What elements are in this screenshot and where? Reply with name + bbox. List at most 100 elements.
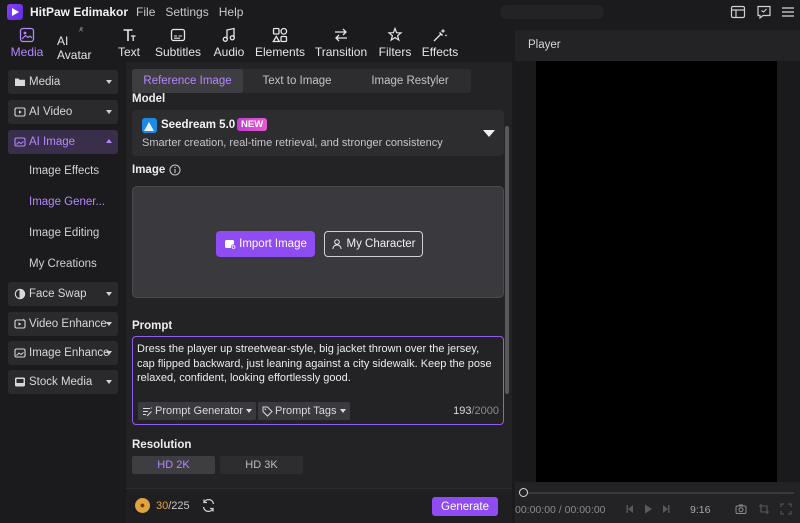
chevron-down-icon (106, 322, 112, 326)
prompt-generator-button[interactable]: Prompt Generator (138, 402, 257, 420)
tab-text[interactable]: Text (118, 24, 140, 62)
image-enhance-icon (14, 348, 26, 358)
aspect-ratio[interactable]: 9:16 (690, 504, 710, 516)
my-character-button[interactable]: My Character (324, 231, 423, 257)
app-title: HitPaw Edimakor (30, 5, 129, 19)
left-sidebar: Media AI Video AI Image Image Effects Im… (0, 62, 126, 523)
menu-file[interactable]: File (136, 5, 155, 19)
sidebar-subitem-my-creations[interactable]: My Creations (29, 258, 97, 270)
tab-audio[interactable]: Audio (213, 24, 245, 62)
prompt-textarea[interactable]: Dress the player up streetwear-style, bi… (132, 336, 504, 425)
import-image-label: Import Image (239, 238, 307, 250)
player-title: Player (528, 39, 561, 51)
sidebar-item-video-enhance[interactable]: Video Enhance (8, 312, 118, 336)
sidebar-item-stock-media[interactable]: Stock Media (8, 370, 118, 394)
sidebar-subitem-image-effects[interactable]: Image Effects (29, 165, 99, 177)
transition-icon (335, 28, 347, 42)
previous-frame-icon[interactable] (624, 503, 636, 515)
panel-scrollbar[interactable] (505, 126, 509, 394)
menu-settings[interactable]: Settings (165, 5, 208, 19)
image-generator-panel: Reference Image Text to Image Image Rest… (126, 62, 512, 523)
model-name: Seedream 5.0 (161, 119, 236, 131)
snapshot-icon[interactable] (735, 503, 747, 515)
tab-label: Subtitles (154, 45, 202, 59)
refresh-icon[interactable] (201, 498, 216, 513)
subtab-image-restyler[interactable]: Image Restyler (351, 69, 469, 93)
subtitles-icon (170, 28, 186, 42)
import-image-icon (225, 240, 237, 250)
sidebar-item-image-enhance[interactable]: Image Enhance (8, 341, 118, 365)
tab-media[interactable]: Media (7, 24, 47, 62)
crop-icon[interactable] (758, 503, 770, 515)
subtab-reference-image[interactable]: Reference Image (132, 69, 243, 93)
player-margin-left (515, 61, 536, 482)
tab-subtitles[interactable]: Subtitles (155, 24, 201, 62)
title-bar: HitPaw Edimakor File Settings Help (0, 0, 800, 24)
credits-total: /225 (168, 500, 190, 512)
generate-bar: ● 30/225 Generate (126, 488, 512, 523)
sidebar-item-ai-video[interactable]: AI Video (8, 100, 118, 124)
layout-icon[interactable] (730, 4, 746, 20)
tab-label: Elements (254, 45, 306, 59)
chevron-down-icon (106, 292, 112, 296)
sidebar-item-face-swap[interactable]: Face Swap (8, 282, 118, 306)
sidebar-item-label: AI Image (29, 136, 76, 148)
generator-subtabs: Reference Image Text to Image Image Rest… (132, 69, 471, 93)
sidebar-item-label: Image Enhance (29, 347, 110, 359)
sidebar-subitem-image-editing[interactable]: Image Editing (29, 227, 99, 239)
folder-icon (15, 78, 25, 86)
image-upload-area[interactable]: Import Image My Character (132, 186, 504, 298)
new-badge: NEW (237, 118, 268, 131)
fullscreen-icon[interactable] (780, 503, 792, 515)
import-image-button[interactable]: Import Image (216, 231, 315, 257)
playback-timeline[interactable] (524, 492, 794, 494)
sidebar-item-label: Video Enhance (29, 318, 107, 330)
subtab-text-to-image[interactable]: Text to Image (243, 69, 351, 93)
tab-ai-avatar[interactable]: AI Avatar (57, 24, 105, 62)
sidebar-item-label: Stock Media (29, 376, 93, 388)
tab-label: Text (118, 45, 141, 59)
feedback-icon[interactable] (756, 4, 772, 20)
play-icon[interactable] (642, 503, 654, 515)
resolution-hd-3k[interactable]: HD 3K (220, 456, 303, 474)
sidebar-subitem-image-generator[interactable]: Image Gener... (29, 196, 105, 208)
tab-transition[interactable]: Transition (315, 24, 367, 62)
sidebar-item-ai-image[interactable]: AI Image (8, 130, 118, 154)
tab-label: Effects (421, 45, 459, 59)
dropdown-caret-icon[interactable] (483, 130, 495, 137)
info-icon[interactable] (169, 164, 181, 176)
sidebar-item-media[interactable]: Media (8, 70, 118, 94)
prompt-generator-label: Prompt Generator (155, 405, 244, 417)
next-frame-icon[interactable] (660, 503, 672, 515)
playhead-handle[interactable] (519, 488, 528, 497)
char-max: /2000 (471, 405, 499, 417)
model-label: Model (132, 93, 166, 105)
sidebar-item-label: Media (29, 76, 61, 88)
prompt-label: Prompt (132, 320, 173, 332)
filters-icon (387, 27, 403, 42)
chevron-down-icon (106, 351, 112, 355)
tab-elements[interactable]: Elements (254, 24, 306, 62)
effects-icon (433, 28, 448, 42)
model-selector[interactable]: Seedream 5.0 NEW Smarter creation, real-… (132, 110, 504, 156)
video-enhance-icon (14, 318, 26, 329)
resolution-hd-2k[interactable]: HD 2K (132, 456, 215, 474)
title-search-field[interactable] (500, 5, 604, 19)
chevron-down-icon (246, 409, 253, 413)
elements-icon (272, 27, 288, 43)
menu-icon[interactable] (780, 4, 796, 20)
prompt-tags-button[interactable]: Prompt Tags (258, 402, 350, 420)
video-preview[interactable] (536, 61, 777, 482)
tab-effects[interactable]: Effects (422, 24, 458, 62)
tab-label: Media (10, 45, 44, 59)
menu-help[interactable]: Help (219, 5, 244, 19)
ai-image-icon (14, 137, 26, 147)
tag-icon (262, 406, 273, 417)
credits-coin-icon: ● (135, 498, 150, 513)
player-margin-right (777, 61, 800, 482)
text-icon (123, 29, 136, 41)
tab-filters[interactable]: Filters (379, 24, 411, 62)
prompt-text[interactable]: Dress the player up streetwear-style, bi… (137, 342, 499, 386)
generate-button[interactable]: Generate (432, 497, 498, 516)
credits-used: 30 (156, 500, 169, 512)
